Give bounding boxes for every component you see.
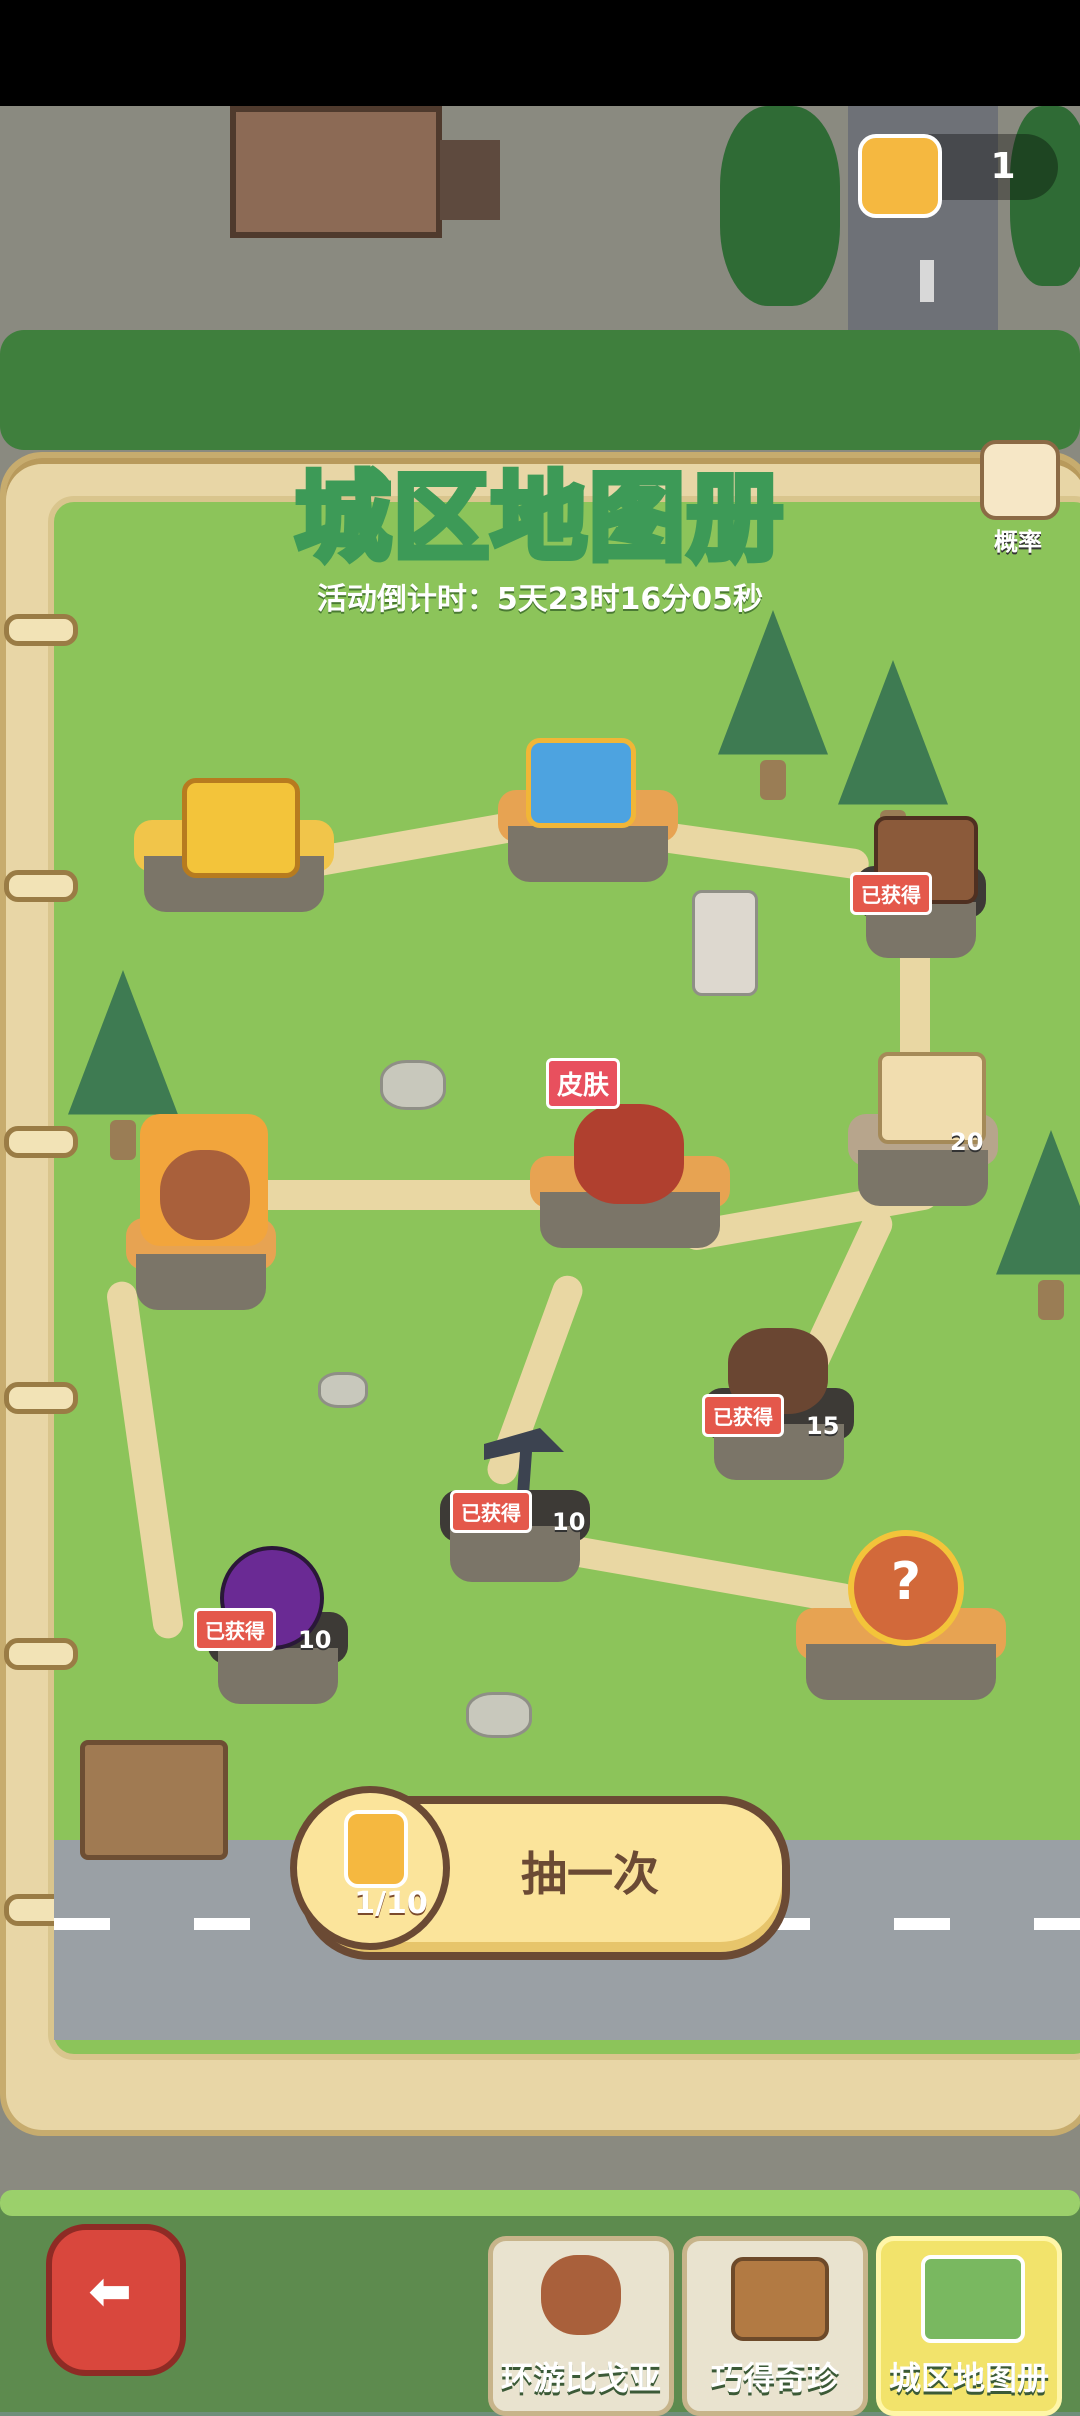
reward-count: 10: [552, 1508, 586, 1536]
binder-ring: [4, 1126, 78, 1158]
document-icon: [980, 440, 1060, 520]
binder-ring: [4, 1382, 78, 1414]
binder-ring: [4, 870, 78, 902]
obtained-flag: 已获得: [850, 872, 932, 915]
armored-bear-icon: [574, 1104, 684, 1204]
page-title: 城区地图册: [292, 459, 786, 577]
tab-tour-label: 环游比戈亚: [500, 2359, 661, 2397]
rock: [318, 1372, 368, 1408]
draw-once-label: 抽一次: [521, 1847, 659, 1901]
tab-treasure-label: 巧得奇珍: [710, 2359, 839, 2397]
leaf-border: [0, 2190, 1080, 2216]
back-arrow-icon: ⬅: [88, 2262, 132, 2322]
treasure-suitcase-icon: [731, 2257, 829, 2341]
map-path: [240, 1180, 570, 1210]
rock: [380, 1060, 446, 1110]
blue-chest-icon: [526, 738, 636, 828]
column-ruin: [692, 890, 758, 996]
obtained-flag: 已获得: [702, 1394, 784, 1437]
hedge: [0, 330, 1080, 450]
building: [440, 140, 500, 220]
tab-map-album[interactable]: 城区地图册: [876, 2236, 1062, 2416]
pine-tree: [718, 610, 828, 810]
tab-tour[interactable]: 环游比戈亚: [488, 2236, 674, 2416]
currency-count: 1: [990, 146, 1016, 187]
reward-count: 15: [806, 1412, 840, 1440]
rock: [466, 1692, 532, 1738]
road-marking: [920, 260, 934, 302]
binder-ring: [4, 1638, 78, 1670]
reward-count: 20: [950, 1128, 984, 1156]
tab-map-album-label: 城区地图册: [888, 2359, 1049, 2397]
pine-tree: [996, 1130, 1080, 1330]
notice-board: [80, 1740, 228, 1860]
honey-jar-icon: [344, 1810, 408, 1888]
probability-button[interactable]: 概率: [976, 440, 1060, 560]
bear-face: [160, 1150, 250, 1240]
status-bar: [0, 0, 1080, 106]
bear-tour-icon: [541, 2255, 621, 2335]
binder-ring: [4, 614, 78, 646]
obtained-flag: 已获得: [194, 1608, 276, 1651]
question-mark-glyph: ?: [890, 1552, 922, 1612]
reward-count: 10: [298, 1626, 332, 1654]
event-countdown: 活动倒计时：5天23时16分05秒: [316, 582, 764, 617]
draw-cost: 1/10: [354, 1886, 428, 1921]
probability-label: 概率: [994, 528, 1042, 556]
obtained-flag: 已获得: [450, 1490, 532, 1533]
tab-treasure[interactable]: 巧得奇珍: [682, 2236, 868, 2416]
honey-jar-icon: [858, 134, 942, 218]
map-flag-icon: [921, 2255, 1025, 2343]
skin-tag: 皮肤: [546, 1058, 621, 1109]
building: [230, 106, 442, 238]
golden-chest-icon: [182, 778, 300, 878]
tree: [720, 106, 840, 306]
